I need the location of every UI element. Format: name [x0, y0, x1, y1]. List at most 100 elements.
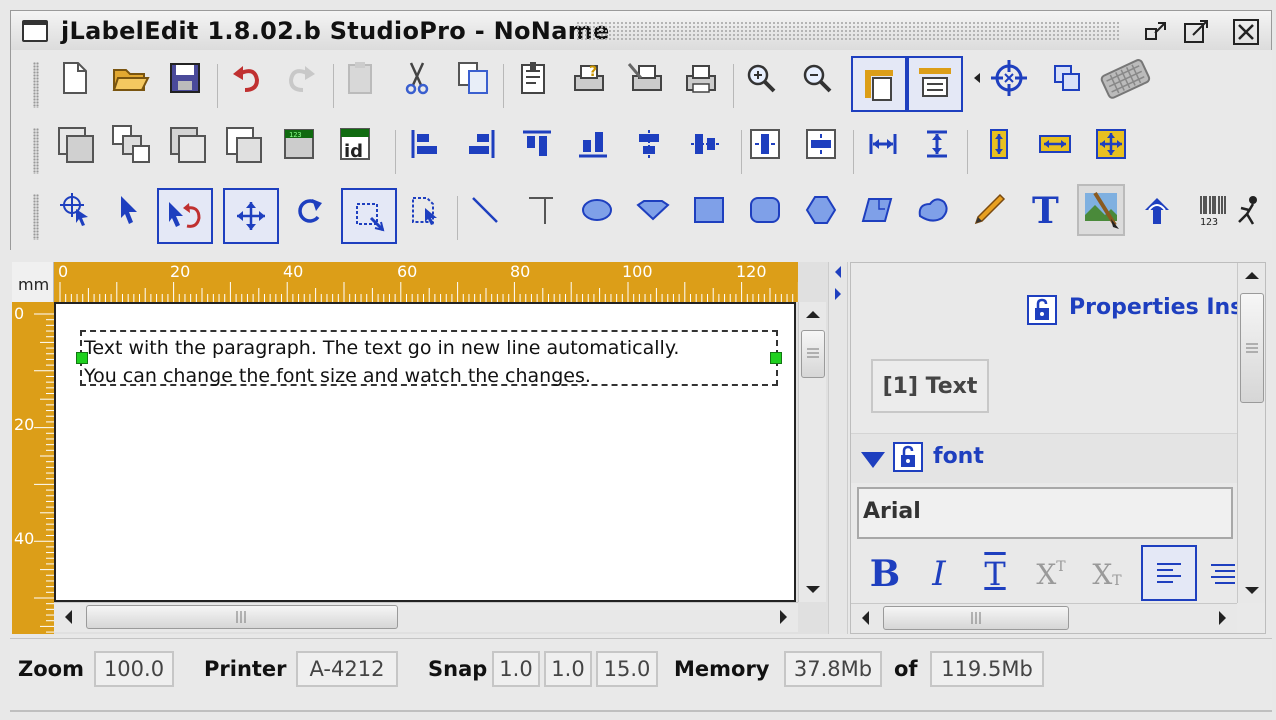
center-vertical-icon[interactable]	[681, 118, 729, 170]
polygon-icon[interactable]	[797, 184, 845, 236]
panel-splitter[interactable]	[828, 262, 848, 634]
print-help-icon[interactable]: ?	[565, 52, 613, 104]
bold-button[interactable]: B	[861, 549, 909, 599]
snap-x-value[interactable]: 1.0	[492, 651, 540, 687]
barcode-icon[interactable]: 123	[1189, 184, 1237, 236]
align-text-center-button[interactable]	[1207, 549, 1237, 599]
chevron-down-icon[interactable]	[859, 450, 887, 470]
print-icon[interactable]	[677, 52, 725, 104]
font-name-field[interactable]: Arial	[857, 487, 1233, 539]
select-target-icon[interactable]	[51, 184, 99, 236]
snap-angle-value[interactable]: 15.0	[596, 651, 658, 687]
chevron-left-icon[interactable]	[967, 52, 987, 104]
id-icon[interactable]: id	[331, 118, 379, 170]
resize-handle-right[interactable]	[770, 352, 782, 364]
same-width-icon[interactable]	[859, 118, 907, 170]
align-right-icon[interactable]	[457, 118, 505, 170]
properties-horizontal-scrollbar[interactable]	[851, 603, 1237, 633]
snap-target-icon[interactable]	[985, 52, 1033, 104]
label-canvas[interactable]: Text with the paragraph. The text go in …	[54, 302, 796, 602]
bring-forward-icon[interactable]	[163, 118, 211, 170]
new-file-icon[interactable]	[51, 52, 99, 104]
scrollbar-thumb[interactable]	[801, 330, 825, 378]
unlock-icon[interactable]	[1027, 295, 1057, 325]
snap-y-value[interactable]: 1.0	[544, 651, 592, 687]
resize-vertical-icon[interactable]	[975, 118, 1023, 170]
page-setup-icon[interactable]	[509, 52, 557, 104]
blob-icon[interactable]	[909, 184, 957, 236]
send-back-icon[interactable]	[107, 118, 155, 170]
ellipse-icon[interactable]	[573, 184, 621, 236]
scroll-left-icon[interactable]	[855, 604, 875, 632]
scroll-up-icon[interactable]	[1238, 265, 1266, 285]
distribute-horizontal-icon[interactable]	[741, 118, 789, 170]
unlock-icon[interactable]	[893, 442, 923, 472]
same-height-icon[interactable]	[913, 118, 961, 170]
resize-horizontal-icon[interactable]	[1031, 118, 1079, 170]
scroll-down-icon[interactable]	[799, 580, 827, 600]
redo-icon[interactable]	[277, 52, 325, 104]
diamond-icon[interactable]	[629, 184, 677, 236]
edit-points-icon[interactable]	[401, 184, 449, 236]
restore-icon[interactable]	[1143, 19, 1169, 45]
splitter-arrows-icon[interactable]	[829, 262, 847, 312]
scroll-left-icon[interactable]	[58, 603, 78, 631]
zoom-in-icon[interactable]	[737, 52, 785, 104]
paste-icon[interactable]	[337, 52, 385, 104]
line-icon[interactable]	[461, 184, 509, 236]
scroll-up-icon[interactable]	[799, 304, 827, 324]
resize-both-icon[interactable]	[1087, 118, 1135, 170]
zoom-out-icon[interactable]	[793, 52, 841, 104]
toolbar-grip[interactable]	[33, 194, 39, 240]
copy-icon[interactable]	[449, 52, 497, 104]
editor-horizontal-scrollbar[interactable]	[54, 602, 798, 632]
zoom-value[interactable]: 100.0	[94, 651, 174, 687]
open-folder-icon[interactable]	[107, 52, 155, 104]
window-icon[interactable]	[1043, 52, 1091, 104]
page-horizontal-icon[interactable]	[907, 56, 963, 112]
ruler-unit[interactable]: mm	[12, 262, 54, 302]
rotate-pointer-icon[interactable]	[157, 188, 213, 244]
text-icon[interactable]: T	[1021, 184, 1069, 236]
editor-vertical-scrollbar[interactable]	[798, 302, 826, 602]
maximize-icon[interactable]	[1183, 19, 1209, 45]
pencil-icon[interactable]	[965, 184, 1013, 236]
scrollbar-thumb[interactable]	[86, 605, 398, 629]
undo-icon[interactable]	[223, 52, 271, 104]
align-bottom-icon[interactable]	[569, 118, 617, 170]
align-text-left-button[interactable]	[1141, 545, 1197, 601]
rectangle-icon[interactable]	[685, 184, 733, 236]
scrollbar-thumb[interactable]	[1240, 293, 1264, 403]
move-icon[interactable]	[223, 188, 279, 244]
image-icon[interactable]	[1077, 184, 1125, 236]
orthogonal-line-icon[interactable]	[517, 184, 565, 236]
person-icon[interactable]	[1237, 184, 1261, 236]
grid-icon[interactable]: 123	[275, 118, 323, 170]
scroll-right-icon[interactable]	[774, 603, 794, 631]
font-section-header[interactable]: font	[851, 433, 1237, 483]
object-tab[interactable]: [1] Text	[871, 359, 989, 413]
toolbar-grip[interactable]	[33, 128, 39, 174]
page-vertical-icon[interactable]	[851, 56, 907, 112]
properties-vertical-scrollbar[interactable]	[1237, 263, 1265, 603]
send-backward-icon[interactable]	[219, 118, 267, 170]
select-area-icon[interactable]	[341, 188, 397, 244]
align-left-icon[interactable]	[401, 118, 449, 170]
text-object-content[interactable]: Text with the paragraph. The text go in …	[84, 334, 679, 390]
parallelogram-icon[interactable]	[853, 184, 901, 236]
strikethrough-button[interactable]: T	[971, 549, 1019, 599]
cut-icon[interactable]	[393, 52, 441, 104]
scrollbar-thumb[interactable]	[883, 606, 1069, 630]
save-icon[interactable]	[161, 52, 209, 104]
scroll-right-icon[interactable]	[1213, 604, 1233, 632]
center-horizontal-icon[interactable]	[625, 118, 673, 170]
window-app-icon[interactable]	[22, 20, 48, 42]
distribute-vertical-icon[interactable]	[797, 118, 845, 170]
pointer-icon[interactable]	[105, 184, 153, 236]
toolbar-grip[interactable]	[33, 62, 39, 108]
keyboard-icon[interactable]	[1097, 52, 1153, 104]
subscript-button[interactable]: XT	[1083, 549, 1131, 599]
resize-handle-left[interactable]	[76, 352, 88, 364]
arrow-up-icon[interactable]	[1133, 184, 1181, 236]
align-top-icon[interactable]	[513, 118, 561, 170]
